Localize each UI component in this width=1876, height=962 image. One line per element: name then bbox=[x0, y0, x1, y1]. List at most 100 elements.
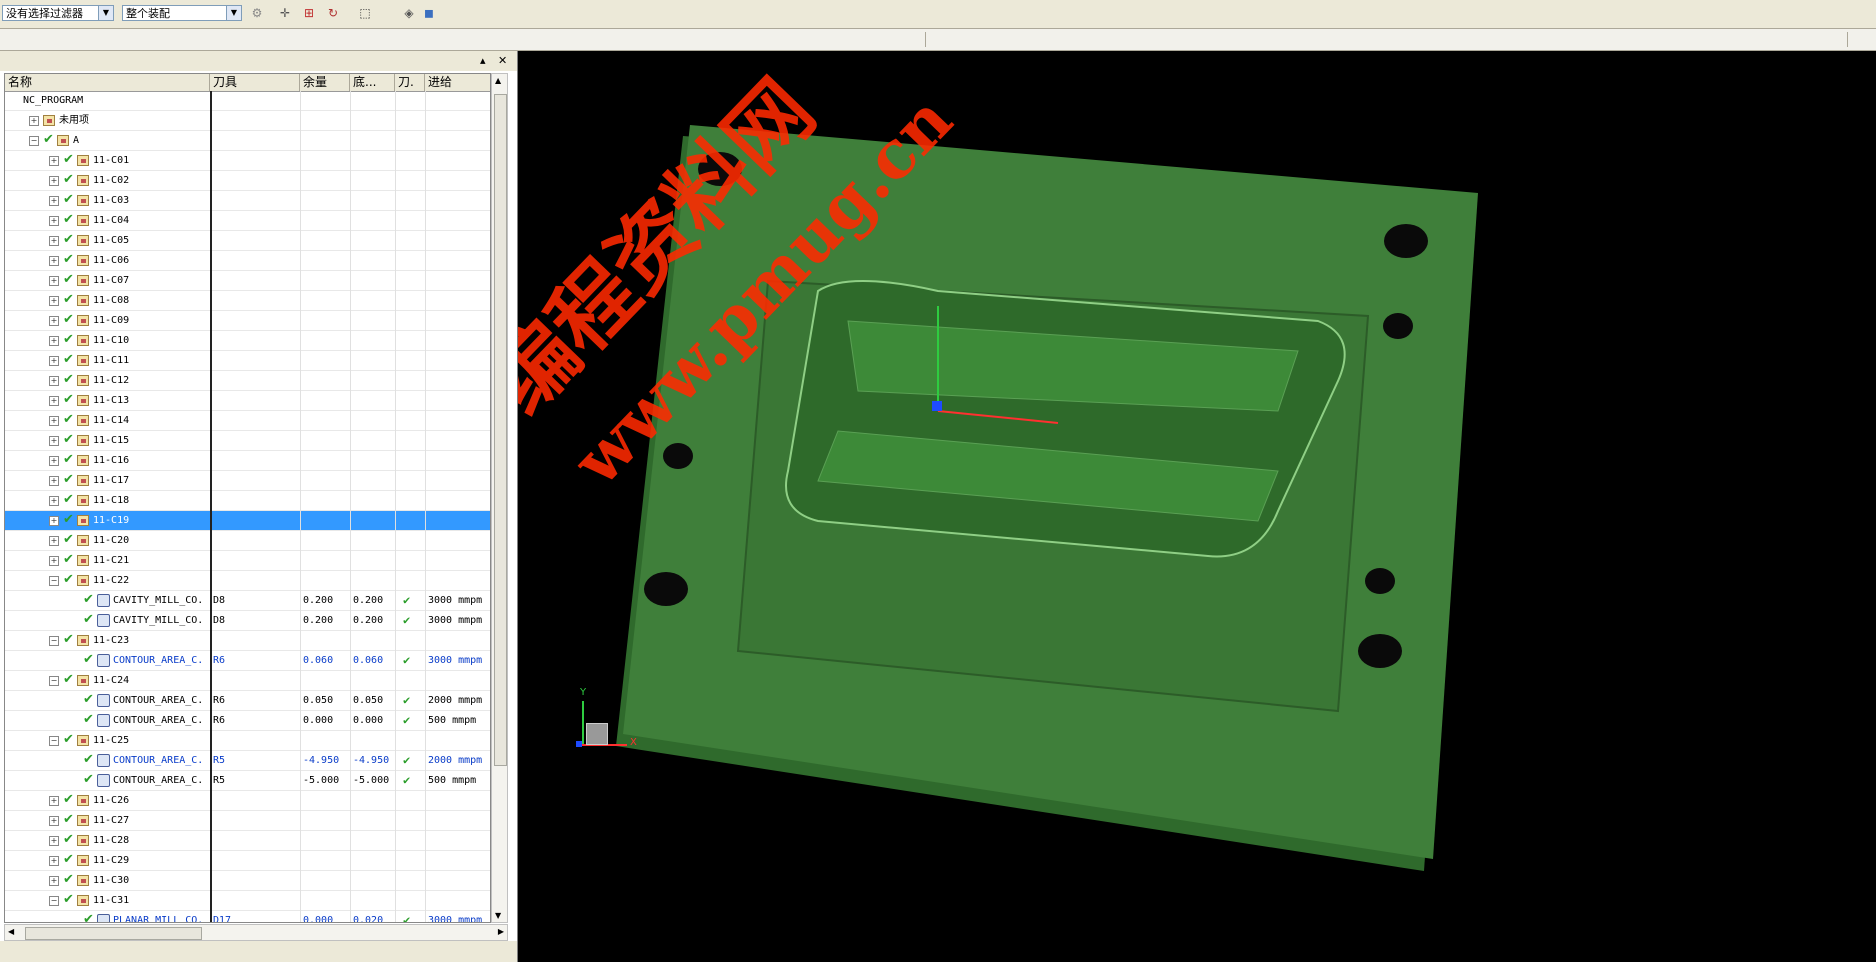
expand-toggle-icon[interactable]: − bbox=[49, 736, 59, 746]
expand-toggle-icon[interactable]: + bbox=[49, 356, 59, 366]
close-icon[interactable]: ✕ bbox=[498, 54, 507, 67]
chevron-down-icon[interactable]: ▼ bbox=[98, 6, 113, 20]
expand-toggle-icon[interactable]: + bbox=[49, 176, 59, 186]
type-filter-dropdown[interactable]: 没有选择过滤器 ▼ bbox=[2, 5, 114, 21]
point-select-icon[interactable]: ⊞ bbox=[300, 5, 318, 21]
program-group-row[interactable]: + ✔ 11-C28 bbox=[5, 831, 490, 851]
program-group-row[interactable]: + ✔ 11-C04 bbox=[5, 211, 490, 231]
column-header-toolpath[interactable]: 刀. bbox=[395, 74, 425, 91]
program-group-row[interactable]: NC_PROGRAM bbox=[5, 91, 490, 111]
program-group-row[interactable]: + ✔ 11-C15 bbox=[5, 431, 490, 451]
expand-toggle-icon[interactable]: − bbox=[29, 136, 39, 146]
expand-toggle-icon[interactable]: + bbox=[49, 336, 59, 346]
program-group-row[interactable]: + ✔ 11-C18 bbox=[5, 491, 490, 511]
operation-row[interactable]: ✔ CAVITY_MILL_CO... D8 0.200 0.200 ✔ 3000 mmpm bbox=[5, 591, 490, 611]
program-group-row[interactable]: − ✔ 11-C23 bbox=[5, 631, 490, 651]
expand-toggle-icon[interactable]: − bbox=[49, 576, 59, 586]
program-group-row[interactable]: + ✔ 11-C02 bbox=[5, 171, 490, 191]
expand-toggle-icon[interactable]: + bbox=[49, 156, 59, 166]
expand-toggle-icon[interactable]: + bbox=[49, 376, 59, 386]
expand-toggle-icon[interactable]: + bbox=[49, 856, 59, 866]
expand-toggle-icon[interactable]: + bbox=[49, 416, 59, 426]
column-header-floor-stock[interactable]: 底... bbox=[350, 74, 395, 91]
operation-row[interactable]: ✔ CONTOUR_AREA_C... R6 0.050 0.050 ✔ 2000 mmpm bbox=[5, 691, 490, 711]
view-icon[interactable]: ◈ bbox=[400, 5, 418, 21]
program-group-row[interactable]: − ✔ 11-C22 bbox=[5, 571, 490, 591]
program-group-row[interactable]: + ✔ 11-C30 bbox=[5, 871, 490, 891]
program-group-row[interactable]: − ✔ 11-C25 bbox=[5, 731, 490, 751]
expand-toggle-icon[interactable]: + bbox=[49, 496, 59, 506]
collapse-icon[interactable]: ▴ bbox=[480, 54, 486, 67]
program-group-row[interactable]: − ✔ 11-C24 bbox=[5, 671, 490, 691]
render-icon[interactable]: ◼ bbox=[420, 5, 438, 21]
program-group-row[interactable]: + ✔ 11-C06 bbox=[5, 251, 490, 271]
expand-toggle-icon[interactable]: − bbox=[49, 636, 59, 646]
program-group-row[interactable]: + ✔ 11-C20 bbox=[5, 531, 490, 551]
column-header-tool[interactable]: 刀具 bbox=[210, 74, 300, 91]
scrollbar-thumb[interactable] bbox=[25, 927, 202, 940]
expand-toggle-icon[interactable]: + bbox=[49, 536, 59, 546]
operation-row[interactable]: ✔ CONTOUR_AREA_C... R6 0.060 0.060 ✔ 3000 mmpm bbox=[5, 651, 490, 671]
rotate-icon[interactable]: ↻ bbox=[324, 5, 342, 21]
program-group-row[interactable]: + ✔ 11-C07 bbox=[5, 271, 490, 291]
scrollbar-thumb[interactable] bbox=[494, 94, 507, 766]
program-group-row[interactable]: + ✔ 11-C14 bbox=[5, 411, 490, 431]
expand-toggle-icon[interactable]: + bbox=[49, 816, 59, 826]
expand-toggle-icon[interactable]: + bbox=[49, 556, 59, 566]
expand-toggle-icon[interactable]: + bbox=[49, 516, 59, 526]
expand-toggle-icon[interactable]: + bbox=[49, 876, 59, 886]
program-group-row[interactable]: + ✔ 11-C10 bbox=[5, 331, 490, 351]
general-selection-icon[interactable]: ⚙ bbox=[248, 5, 266, 21]
chevron-down-icon[interactable]: ▼ bbox=[226, 6, 241, 20]
operation-row[interactable]: ✔ CONTOUR_AREA_C... R5 -5.000 -5.000 ✔ 500 mmp… bbox=[5, 771, 490, 791]
snap-icon[interactable]: ✛ bbox=[276, 5, 294, 21]
operation-row[interactable]: ✔ CAVITY_MILL_CO... D8 0.200 0.200 ✔ 3000 mmpm bbox=[5, 611, 490, 631]
expand-toggle-icon[interactable]: + bbox=[49, 476, 59, 486]
program-group-row[interactable]: + ✔ 11-C11 bbox=[5, 351, 490, 371]
program-group-row[interactable]: + ✔ 11-C12 bbox=[5, 371, 490, 391]
row-name: CONTOUR_AREA_C... bbox=[113, 715, 205, 726]
expand-toggle-icon[interactable]: + bbox=[49, 196, 59, 206]
program-group-row[interactable]: + ✔ 11-C03 bbox=[5, 191, 490, 211]
expand-toggle-icon[interactable]: − bbox=[49, 896, 59, 906]
expand-toggle-icon[interactable]: + bbox=[49, 396, 59, 406]
expand-toggle-icon[interactable]: + bbox=[49, 296, 59, 306]
program-group-row[interactable]: + ✔ 11-C09 bbox=[5, 311, 490, 331]
expand-toggle-icon[interactable]: + bbox=[49, 836, 59, 846]
expand-toggle-icon[interactable]: + bbox=[49, 436, 59, 446]
expand-toggle-icon[interactable]: − bbox=[49, 676, 59, 686]
program-group-row[interactable]: + ✔ 11-C29 bbox=[5, 851, 490, 871]
program-group-row[interactable]: + 未用项 bbox=[5, 111, 490, 131]
program-group-row[interactable]: + ✔ 11-C19 bbox=[5, 511, 490, 531]
expand-toggle-icon[interactable]: + bbox=[49, 256, 59, 266]
program-group-row[interactable]: + ✔ 11-C01 bbox=[5, 151, 490, 171]
program-group-row[interactable]: + ✔ 11-C26 bbox=[5, 791, 490, 811]
program-group-row[interactable]: + ✔ 11-C16 bbox=[5, 451, 490, 471]
vertical-scrollbar[interactable]: ▲ ▼ bbox=[491, 73, 508, 923]
box-select-icon[interactable]: ⬚ bbox=[356, 5, 374, 21]
expand-toggle-icon[interactable]: + bbox=[49, 456, 59, 466]
column-header-feed[interactable]: 进给 bbox=[425, 74, 490, 91]
expand-toggle-icon[interactable]: + bbox=[49, 216, 59, 226]
expand-toggle-icon[interactable]: + bbox=[49, 796, 59, 806]
operation-row[interactable]: ✔ PLANAR_MILL_CO... D17 0.000 0.020 ✔ 3000 mmp… bbox=[5, 911, 490, 922]
expand-toggle-icon[interactable]: + bbox=[49, 276, 59, 286]
horizontal-scrollbar[interactable]: ◀ ▶ bbox=[4, 924, 508, 941]
operation-row[interactable]: ✔ CONTOUR_AREA_C... R6 0.000 0.000 ✔ 500 mmpm bbox=[5, 711, 490, 731]
program-group-row[interactable]: + ✔ 11-C27 bbox=[5, 811, 490, 831]
expand-toggle-icon[interactable]: + bbox=[29, 116, 39, 126]
program-group-row[interactable]: + ✔ 11-C05 bbox=[5, 231, 490, 251]
program-group-row[interactable]: + ✔ 11-C08 bbox=[5, 291, 490, 311]
program-group-row[interactable]: + ✔ 11-C17 bbox=[5, 471, 490, 491]
program-group-row[interactable]: + ✔ 11-C13 bbox=[5, 391, 490, 411]
graphics-window[interactable]: 编程资料网 www.pmug.cn Y X bbox=[518, 51, 1876, 962]
selection-scope-dropdown[interactable]: 整个装配 ▼ bbox=[122, 5, 242, 21]
column-header-name[interactable]: 名称 bbox=[5, 74, 210, 91]
program-group-row[interactable]: − ✔ A bbox=[5, 131, 490, 151]
expand-toggle-icon[interactable]: + bbox=[49, 316, 59, 326]
expand-toggle-icon[interactable]: + bbox=[49, 236, 59, 246]
operation-row[interactable]: ✔ CONTOUR_AREA_C... R5 -4.950 -4.950 ✔ 2000 mm… bbox=[5, 751, 490, 771]
column-header-stock[interactable]: 余量 bbox=[300, 74, 350, 91]
program-group-row[interactable]: + ✔ 11-C21 bbox=[5, 551, 490, 571]
program-group-row[interactable]: − ✔ 11-C31 bbox=[5, 891, 490, 911]
